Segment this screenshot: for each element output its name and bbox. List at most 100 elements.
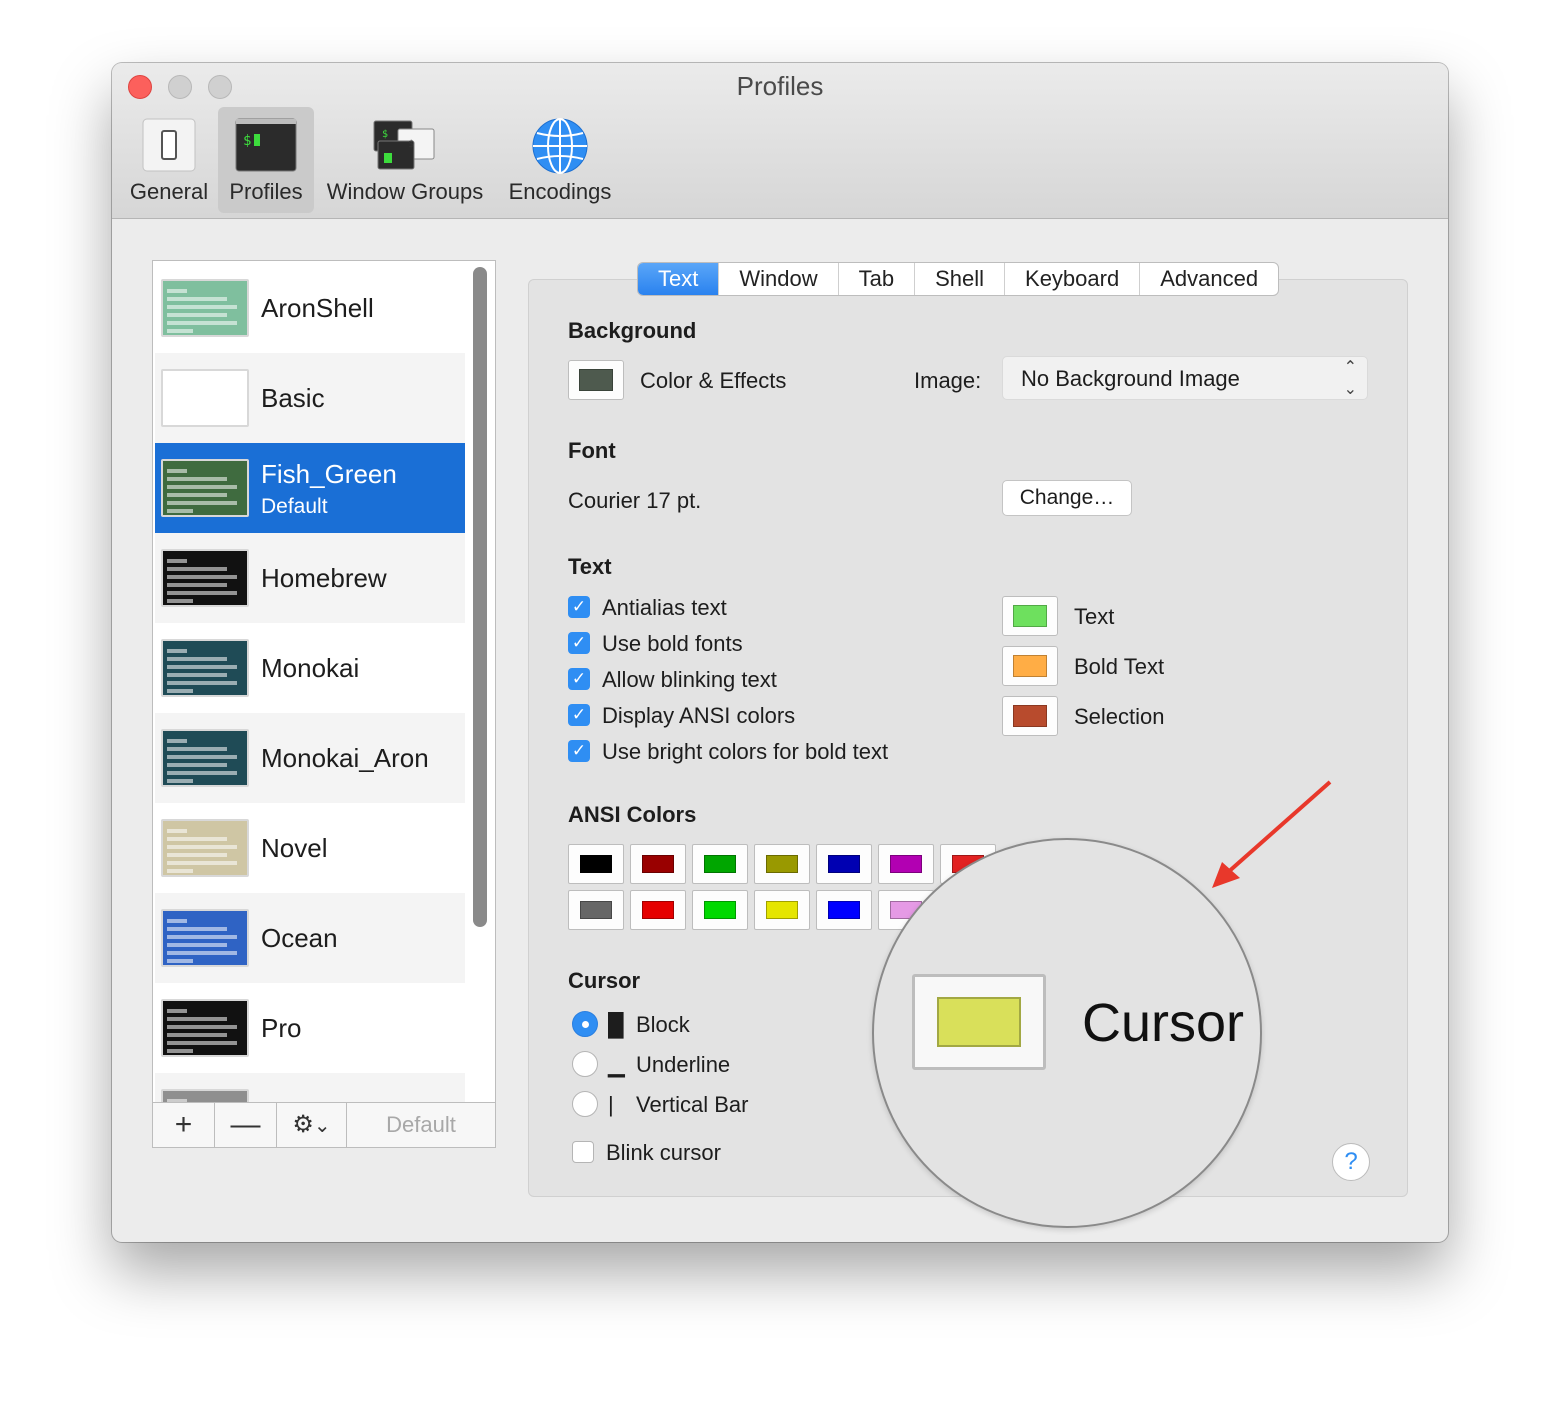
text-option-checkbox[interactable]: ✓ xyxy=(568,740,590,762)
cursor-style-glyph: █ xyxy=(608,1012,624,1037)
settings-tabs: Text Window Tab Shell Keyboard Advanced xyxy=(637,262,1280,296)
tab-advanced[interactable]: Advanced xyxy=(1140,263,1278,295)
text-color-well[interactable] xyxy=(1002,596,1058,636)
profile-row[interactable]: AronShell xyxy=(155,263,465,353)
toolbar-profiles[interactable]: $ Profiles xyxy=(218,107,314,213)
ansi-color-well[interactable] xyxy=(630,844,686,884)
text-option-checkbox[interactable]: ✓ xyxy=(568,668,590,690)
ansi-color-well[interactable] xyxy=(568,844,624,884)
window-groups-icon: $ $ xyxy=(373,120,435,170)
ansi-color-fill xyxy=(766,901,798,919)
background-color-fill xyxy=(579,369,613,391)
text-option-label: Use bold fonts xyxy=(602,631,743,656)
profile-name: Fish_Green xyxy=(261,459,397,489)
profile-list[interactable]: AronShell Basic Fish_Green Default Homebrew M… xyxy=(153,261,465,1147)
ansi-section-title: ANSI Colors xyxy=(568,802,697,827)
cursor-color-label: Cursor xyxy=(1082,993,1245,1053)
set-default-button[interactable]: Default xyxy=(347,1103,495,1147)
text-color-well[interactable] xyxy=(1002,646,1058,686)
toolbar-profiles-label: Profiles xyxy=(229,179,303,204)
text-color-label: Text xyxy=(1074,604,1115,629)
ansi-color-well[interactable] xyxy=(692,844,748,884)
tab-shell[interactable]: Shell xyxy=(915,263,1006,295)
profile-list-scrollbar[interactable] xyxy=(473,267,487,927)
profile-actions-button[interactable]: ⚙⌄ xyxy=(277,1103,347,1147)
background-image-select[interactable]: No Background Image ⌃ ⌄ xyxy=(1002,356,1368,400)
profile-thumbnail xyxy=(161,819,249,877)
profile-row[interactable]: Homebrew xyxy=(155,533,465,623)
text-color-well[interactable] xyxy=(1002,696,1058,736)
profile-name: Novel xyxy=(261,833,328,863)
ansi-color-fill xyxy=(642,855,674,873)
svg-text:$: $ xyxy=(382,129,388,140)
cursor-color-well[interactable] xyxy=(912,974,1046,1070)
ansi-color-well[interactable] xyxy=(816,890,872,930)
terminal-icon: $ xyxy=(235,118,297,172)
ansi-color-fill xyxy=(704,855,736,873)
text-option-label: Allow blinking text xyxy=(602,667,777,692)
remove-profile-button[interactable]: — xyxy=(215,1103,277,1147)
help-button[interactable]: ? xyxy=(1332,1143,1370,1181)
text-section-title: Text xyxy=(568,554,612,579)
gear-icon: ⚙ xyxy=(292,1111,314,1138)
profile-list-panel: AronShell Basic Fish_Green Default Homebrew M… xyxy=(152,260,496,1148)
ansi-color-well[interactable] xyxy=(692,890,748,930)
toolbar-encodings[interactable]: Encodings xyxy=(500,107,620,213)
profile-row[interactable]: Fish_Green Default xyxy=(155,443,465,533)
cursor-style-label: Block xyxy=(636,1012,690,1037)
add-profile-button[interactable]: + xyxy=(153,1103,215,1147)
text-color-fill xyxy=(1013,655,1047,677)
tab-tab[interactable]: Tab xyxy=(839,263,916,295)
profile-thumbnail xyxy=(161,549,249,607)
cursor-style-glyph: | xyxy=(608,1092,614,1117)
toolbar-general[interactable]: General xyxy=(126,107,212,213)
ansi-color-well[interactable] xyxy=(754,890,810,930)
tab-keyboard[interactable]: Keyboard xyxy=(1005,263,1141,295)
profile-row[interactable]: Monokai_Aron xyxy=(155,713,465,803)
ansi-color-well[interactable] xyxy=(630,890,686,930)
ansi-color-well[interactable] xyxy=(568,890,624,930)
blink-cursor-checkbox[interactable] xyxy=(572,1141,594,1163)
cursor-section-title: Cursor xyxy=(568,968,641,993)
profile-row[interactable]: Pro xyxy=(155,983,465,1073)
toolbar-window-groups[interactable]: $ $ Window Groups xyxy=(318,107,492,213)
background-section-title: Background xyxy=(568,318,697,343)
color-effects-label: Color & Effects xyxy=(640,368,787,393)
text-option-label: Use bright colors for bold text xyxy=(602,739,889,764)
toolbar-encodings-label: Encodings xyxy=(508,179,612,204)
profile-name: Ocean xyxy=(261,923,338,953)
tab-window[interactable]: Window xyxy=(719,263,839,295)
profile-row[interactable]: Basic xyxy=(155,353,465,443)
cursor-style-label: Vertical Bar xyxy=(636,1092,749,1117)
text-color-fill xyxy=(1013,705,1047,727)
profile-name: Pro xyxy=(261,1013,302,1043)
text-option-checkbox[interactable]: ✓ xyxy=(568,596,590,618)
profile-row[interactable]: Monokai xyxy=(155,623,465,713)
change-font-button[interactable]: Change… xyxy=(1002,480,1132,516)
text-color-label: Selection xyxy=(1074,704,1165,729)
toolbar-general-label: General xyxy=(129,179,209,204)
ansi-color-fill xyxy=(704,901,736,919)
svg-text:$: $ xyxy=(243,133,251,149)
background-color-well[interactable] xyxy=(568,360,624,400)
background-image-value: No Background Image xyxy=(1021,366,1240,391)
ansi-color-well[interactable] xyxy=(878,844,934,884)
profile-thumbnail xyxy=(161,729,249,787)
text-option-label: Display ANSI colors xyxy=(602,703,796,728)
tab-text[interactable]: Text xyxy=(638,263,720,295)
cursor-style-radio[interactable] xyxy=(572,1091,598,1117)
profile-row[interactable]: Novel xyxy=(155,803,465,893)
cursor-style-radio[interactable] xyxy=(572,1051,598,1077)
text-option-checkbox[interactable]: ✓ xyxy=(568,704,590,726)
profile-name: Monokai_Aron xyxy=(261,743,429,773)
annotation-arrow-icon xyxy=(1212,780,1332,888)
ansi-color-well[interactable] xyxy=(816,844,872,884)
profile-default-label: Default xyxy=(261,495,328,518)
ansi-color-well[interactable] xyxy=(754,844,810,884)
ansi-color-fill xyxy=(828,855,860,873)
cursor-style-radio[interactable] xyxy=(572,1011,598,1037)
profile-name: Homebrew xyxy=(261,563,387,593)
profile-row[interactable]: Ocean xyxy=(155,893,465,983)
text-option-checkbox[interactable]: ✓ xyxy=(568,632,590,654)
profile-thumbnail xyxy=(161,999,249,1057)
